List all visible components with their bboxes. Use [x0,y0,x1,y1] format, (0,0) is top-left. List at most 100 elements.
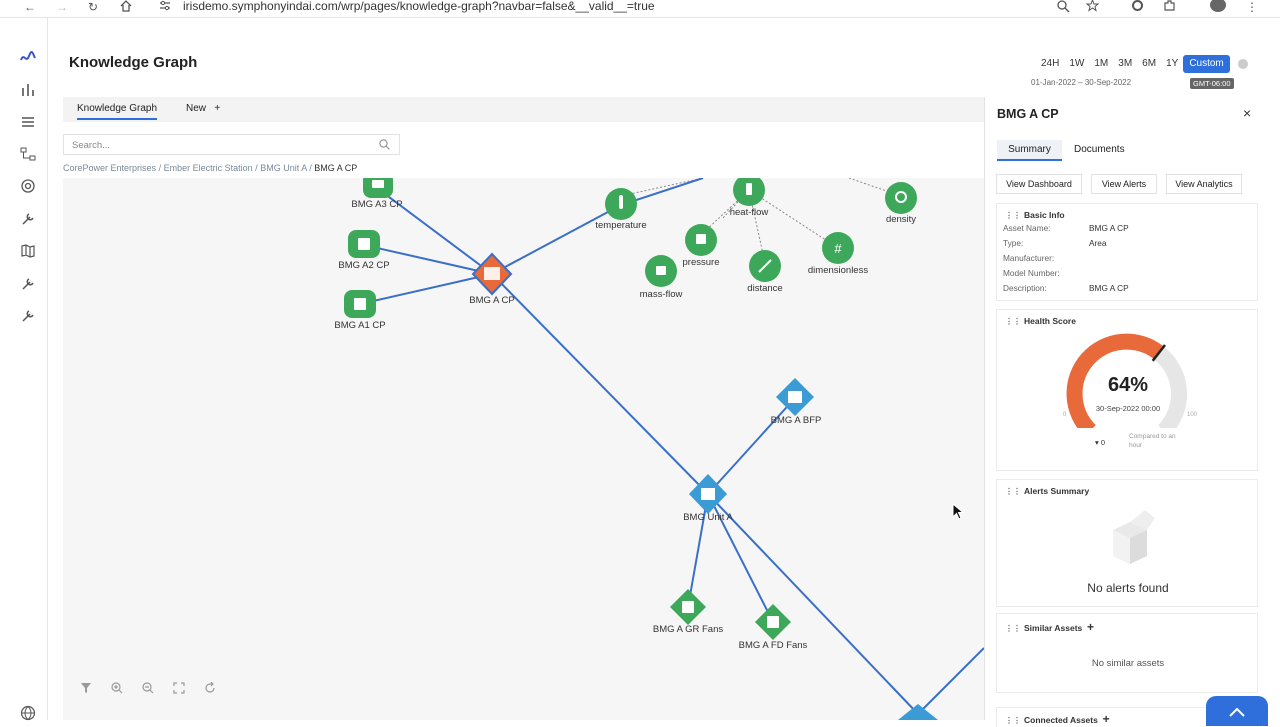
health-timestamp: 30-Sep-2022 00:00 [1095,404,1161,413]
similar-assets-card: ⋮⋮ Similar Assets + No similar assets [996,613,1258,693]
range-3m-button[interactable]: 3M [1113,55,1137,73]
fit-screen-icon[interactable] [169,678,189,698]
info-label: Description: [1003,283,1047,293]
tab-summary[interactable]: Summary [997,140,1062,161]
node-label: BMG A FD Fans [738,640,808,651]
node-label: temperature [595,220,647,231]
assistant-fab-button[interactable] [1206,696,1268,726]
breadcrumb-separator: / [158,163,162,173]
info-icon[interactable] [1238,59,1248,69]
tab-knowledge-graph[interactable]: Knowledge Graph [77,103,158,120]
range-1w-button[interactable]: 1W [1064,55,1089,73]
tab-documents[interactable]: Documents [1074,144,1125,155]
no-similar-assets-text: No similar assets [1091,658,1165,669]
knowledge-graph-canvas[interactable]: # BMG A3 CP BMG A2 CP BMG A1 CP BMG A CP… [63,178,984,720]
breadcrumb: CorePower Enterprises / Ember Electric S… [63,163,357,173]
view-analytics-button[interactable]: View Analytics [1166,174,1242,194]
basic-info-card: ⋮⋮ Basic Info Asset Name: BMG A CP Type: … [996,203,1258,301]
close-icon[interactable]: × [1243,105,1251,121]
drag-handle-icon[interactable]: ⋮⋮ [1005,487,1021,496]
alerts-summary-card: ⋮⋮ Alerts Summary No alerts found [996,479,1258,607]
graph-toolbar [76,678,220,698]
app-logo-icon[interactable] [20,50,36,66]
hierarchy-icon[interactable] [20,146,36,162]
card-title: Health Score [1024,316,1076,326]
node-partial-bottom[interactable] [898,704,938,720]
page-title: Knowledge Graph [69,54,198,71]
drag-handle-icon[interactable]: ⋮⋮ [1005,624,1021,633]
view-alerts-button[interactable]: View Alerts [1091,174,1157,194]
card-title: Similar Assets [1024,623,1083,633]
range-1y-button[interactable]: 1Y [1161,55,1183,73]
no-alerts-text: No alerts found [1087,581,1169,595]
extension-gear-icon[interactable] [1131,0,1144,12]
breadcrumb-item[interactable]: BMG Unit A [260,163,307,173]
add-connected-asset-button[interactable]: + [1103,712,1110,726]
search-box [63,134,400,155]
view-dashboard-button[interactable]: View Dashboard [996,174,1082,194]
node-label: BMG Unit A [683,512,733,523]
map-icon[interactable] [20,243,36,259]
time-range-selector: 24H 1W 1M 3M 6M 1Y Custom [1036,55,1230,73]
info-value: BMG A CP [1089,283,1129,293]
browser-toolbar: ← → ↻ irisdemo.symphonyindai.com/wrp/pag… [0,0,1280,18]
address-bar-url[interactable]: irisdemo.symphonyindai.com/wrp/pages/kno… [183,0,655,13]
empty-box-icon [1113,510,1155,564]
range-custom-button[interactable]: Custom [1183,55,1230,73]
node-label: pressure [682,257,720,268]
node-label: BMG A3 CP [351,199,403,210]
filter-icon[interactable] [76,678,96,698]
breadcrumb-separator: / [309,163,312,173]
svg-text:#: # [834,241,842,256]
breadcrumb-item[interactable]: CorePower Enterprises [63,163,156,173]
drag-handle-icon[interactable]: ⋮⋮ [1005,716,1021,725]
card-title: Alerts Summary [1024,486,1090,496]
range-6m-button[interactable]: 6M [1137,55,1161,73]
site-settings-icon[interactable] [158,0,172,12]
drag-handle-icon[interactable]: ⋮⋮ [1005,317,1021,326]
bookmark-star-icon[interactable] [1086,0,1099,12]
zoom-icon[interactable] [1057,0,1070,12]
node-label: dimensionless [807,265,869,276]
tools-icon[interactable] [20,211,36,227]
health-compare-text: Compared to an hour [1129,433,1176,449]
reload-icon[interactable]: ↻ [88,0,98,14]
graph-tabs: Knowledge Graph New + [63,97,984,122]
gauge-min-label: 0 [1063,412,1067,418]
app-sidebar [0,18,48,721]
zoom-out-icon[interactable] [138,678,158,698]
search-input[interactable] [64,136,364,155]
maintenance-icon[interactable] [20,308,36,324]
add-similar-asset-button[interactable]: + [1087,620,1094,634]
profile-avatar[interactable] [1210,0,1226,12]
back-icon[interactable]: ← [24,0,36,14]
info-label: Asset Name: [1003,223,1051,233]
wrench-icon[interactable] [20,276,36,292]
node-label: BMG A2 CP [338,260,390,271]
info-label: Manufacturer: [1003,253,1055,263]
panel-title: BMG A CP [997,107,1059,121]
node-density[interactable] [885,182,917,214]
node-label: density [885,214,917,225]
target-icon[interactable] [20,178,36,194]
range-24h-button[interactable]: 24H [1036,55,1064,73]
zoom-in-icon[interactable] [107,678,127,698]
timezone-badge: GMT-06:00 [1190,78,1234,89]
node-label: distance [747,283,783,294]
list-icon[interactable] [20,114,36,130]
tab-new[interactable]: New + [186,103,220,114]
range-1m-button[interactable]: 1M [1089,55,1113,73]
search-icon[interactable] [379,139,390,150]
globe-icon[interactable] [20,705,36,721]
reset-icon[interactable] [200,678,220,698]
asset-nodes [344,178,917,640]
home-icon[interactable] [119,0,133,12]
drag-handle-icon[interactable]: ⋮⋮ [1005,211,1021,220]
dashboard-icon[interactable] [20,82,36,98]
browser-menu-icon[interactable]: ⋮ [1246,0,1258,14]
card-title: Basic Info [1024,210,1065,220]
extensions-puzzle-icon[interactable] [1163,0,1177,12]
info-value: BMG A CP [1089,223,1129,233]
forward-icon[interactable]: → [56,0,68,14]
breadcrumb-item[interactable]: Ember Electric Station [164,163,253,173]
